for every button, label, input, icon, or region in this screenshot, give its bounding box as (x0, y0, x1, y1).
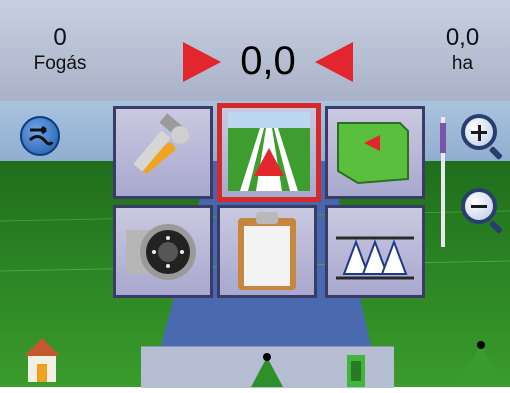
vehicle-position-icon (456, 341, 506, 387)
boom-menu-tile[interactable] (325, 205, 425, 298)
vehicle-marker-icon (251, 357, 283, 387)
zoom-out-button[interactable] (461, 188, 503, 235)
zoom-slider-knob[interactable] (440, 123, 446, 153)
camera-menu-tile[interactable] (113, 205, 213, 298)
guidance-road-icon (228, 112, 310, 191)
steer-right-arrow-icon (183, 42, 221, 82)
mapping-menu-tile[interactable] (325, 106, 425, 199)
pass-count-value: 0 (53, 24, 67, 51)
pass-counter: 0 Fogás (20, 24, 100, 76)
wrench-hammer-icon (134, 113, 189, 174)
area-unit-label: ha (451, 53, 474, 74)
cross-track-value: 0,0 (240, 39, 296, 83)
cross-track-indicator: 0,0 (183, 38, 353, 94)
clipboard-icon (238, 212, 296, 290)
area-value: 0,0 (445, 24, 480, 51)
guidance-pattern-icon (28, 125, 54, 146)
guidance-menu-tile[interactable] (217, 103, 321, 202)
field-map-icon (337, 122, 409, 185)
steer-left-arrow-icon (315, 42, 353, 82)
bottom-bar-graphics (251, 353, 365, 387)
camera-icon (126, 224, 196, 280)
zoom-in-button[interactable] (461, 114, 503, 161)
pass-count-label: Fogás (33, 53, 87, 74)
zoom-in-plus-v (477, 125, 481, 141)
area-counter: 0,0 ha (425, 24, 500, 76)
zoom-level-slider[interactable] (440, 117, 446, 247)
boom-section-icon (336, 236, 414, 280)
guidance-pattern-button[interactable] (20, 116, 60, 156)
status-bar: 0 Fogás 0,0 0,0 ha (0, 0, 510, 101)
tools-menu-tile[interactable] (113, 106, 213, 199)
zoom-out-minus (471, 205, 487, 208)
notes-menu-tile[interactable] (217, 205, 317, 298)
bottom-guidance-bar (141, 346, 394, 388)
home-icon[interactable] (22, 336, 62, 384)
